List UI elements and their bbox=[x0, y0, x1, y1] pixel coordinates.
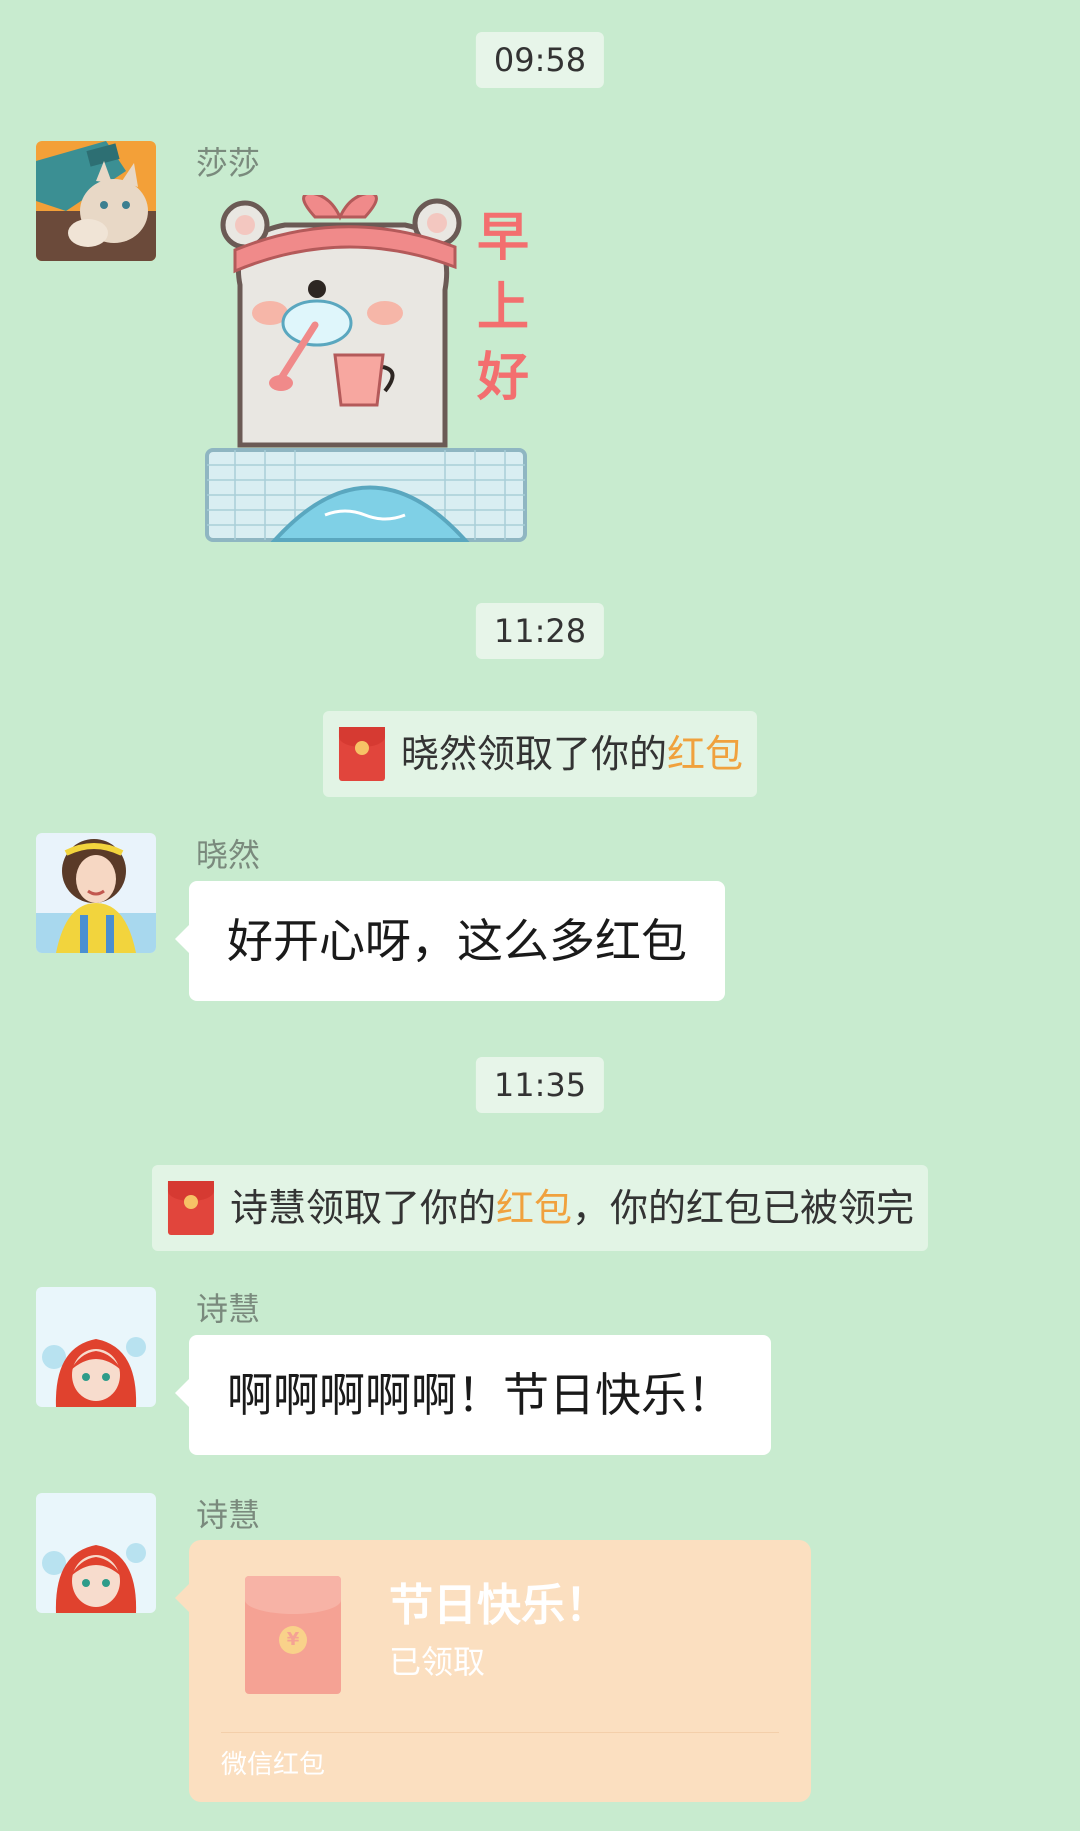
system-message-text: 诗慧领取了你的 bbox=[229, 1186, 496, 1230]
avatar-girl-image bbox=[36, 833, 156, 953]
red-packet-icon bbox=[338, 727, 385, 781]
message-bubble[interactable]: 好开心呀，这么多红包 bbox=[175, 881, 725, 1001]
sender-name: 莎莎 bbox=[196, 144, 261, 182]
red-packet-icon bbox=[167, 1181, 214, 1235]
red-packet-envelope-icon: ¥ bbox=[245, 1576, 341, 1694]
red-packet-footer: 微信红包 bbox=[221, 1750, 326, 1780]
message-bubble[interactable]: 啊啊啊啊啊！节日快乐！ bbox=[175, 1335, 771, 1455]
message-text: 啊啊啊啊啊！节日快乐！ bbox=[227, 1368, 733, 1422]
avatar-mermaid-image bbox=[36, 1493, 156, 1613]
avatar[interactable] bbox=[36, 141, 156, 261]
avatar[interactable] bbox=[36, 833, 156, 953]
avatar-mermaid-image bbox=[36, 1287, 156, 1407]
sticker-text: 好 bbox=[476, 348, 529, 408]
sender-name: 诗慧 bbox=[196, 1496, 261, 1534]
divider bbox=[221, 1732, 779, 1733]
sender-name: 诗慧 bbox=[196, 1290, 261, 1328]
timestamp: 09:58 bbox=[475, 32, 605, 88]
avatar[interactable] bbox=[36, 1493, 156, 1613]
sticker-text: 早 bbox=[477, 208, 529, 268]
red-packet-link[interactable]: 红包 bbox=[667, 711, 743, 797]
timestamp: 11:35 bbox=[475, 1057, 605, 1113]
sender-name: 晓然 bbox=[196, 836, 261, 874]
red-packet-title: 节日快乐！ bbox=[389, 1580, 609, 1631]
red-packet-status: 已领取 bbox=[389, 1643, 486, 1681]
red-packet-message[interactable]: ¥ 节日快乐！ 已领取 微信红包 bbox=[175, 1540, 811, 1802]
red-packet-link[interactable]: 红包 bbox=[496, 1165, 572, 1251]
yuan-coin-icon: ¥ bbox=[279, 1626, 307, 1654]
avatar[interactable] bbox=[36, 1287, 156, 1407]
sticker-good-morning[interactable]: 早 上 好 bbox=[205, 191, 545, 545]
system-message-red-packet: 诗慧领取了你的 红包 ，你的红包已被领完 bbox=[151, 1165, 929, 1251]
system-message-text: ，你的红包已被领完 bbox=[572, 1186, 915, 1230]
avatar-cat-image bbox=[36, 141, 156, 261]
system-message-text: 晓然领取了你的 bbox=[400, 732, 667, 776]
timestamp: 11:28 bbox=[475, 603, 605, 659]
system-message-red-packet: 晓然领取了你的 红包 bbox=[322, 711, 758, 797]
sticker-bear-brushing-teeth: 早 上 好 bbox=[205, 191, 529, 542]
message-text: 好开心呀，这么多红包 bbox=[227, 914, 687, 968]
sticker-text: 上 bbox=[477, 278, 529, 338]
